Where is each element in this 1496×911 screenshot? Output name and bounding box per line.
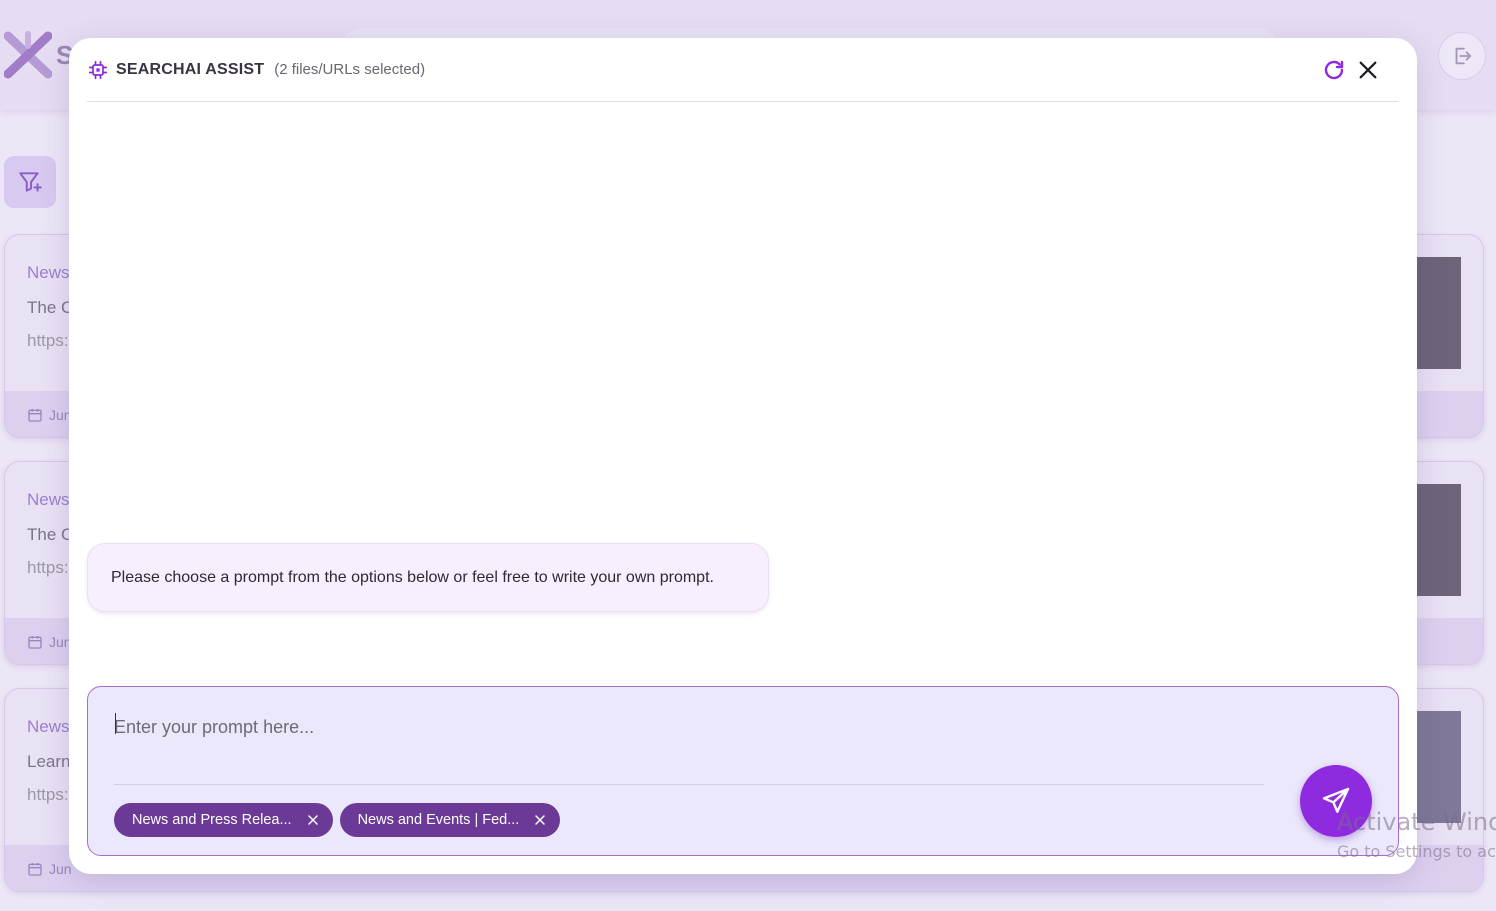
card-category: News bbox=[27, 490, 70, 509]
source-tag[interactable]: News and Press Relea... bbox=[114, 803, 333, 837]
calendar-icon bbox=[28, 636, 42, 649]
close-button[interactable] bbox=[1355, 57, 1381, 83]
source-tag-label: News and Press Relea... bbox=[132, 812, 292, 828]
logo-icon bbox=[4, 31, 52, 79]
card-date: Jun bbox=[27, 407, 72, 423]
calendar-icon bbox=[28, 863, 42, 876]
card-thumbnail bbox=[1417, 484, 1461, 596]
assistant-message-text: Please choose a prompt from the options … bbox=[111, 568, 714, 586]
card-category: News bbox=[27, 263, 70, 282]
remove-tag-button[interactable] bbox=[306, 813, 320, 827]
card-url: https: bbox=[27, 331, 69, 350]
logout-icon bbox=[1455, 47, 1472, 65]
close-icon bbox=[1359, 61, 1377, 79]
refresh-button[interactable] bbox=[1321, 57, 1347, 83]
filter-add-icon bbox=[19, 172, 42, 192]
card-date: Jun bbox=[27, 861, 72, 877]
card-url: https: bbox=[27, 785, 69, 804]
selected-sources: News and Press Relea... News and Events … bbox=[114, 803, 561, 837]
assistant-message: Please choose a prompt from the options … bbox=[87, 543, 769, 612]
calendar-icon bbox=[28, 409, 42, 422]
close-icon bbox=[307, 815, 318, 825]
text-caret bbox=[115, 713, 116, 734]
refresh-icon bbox=[1324, 60, 1344, 80]
card-thumbnail bbox=[1417, 257, 1461, 369]
card-date: Jun bbox=[27, 634, 72, 650]
composer-divider bbox=[114, 784, 1264, 785]
modal-title: SEARCHAI ASSIST bbox=[116, 60, 265, 78]
card-category: News bbox=[27, 717, 70, 736]
card-title: The C bbox=[27, 298, 74, 317]
source-tag[interactable]: News and Events | Fed... bbox=[339, 803, 561, 837]
close-icon bbox=[535, 815, 546, 825]
activation-watermark-title: Activate Windo bbox=[1337, 808, 1496, 836]
modal-header: SEARCHAI ASSIST (2 files/URLs selected) bbox=[87, 38, 1399, 102]
card-thumbnail bbox=[1417, 711, 1461, 823]
card-date-text: Jun bbox=[49, 861, 72, 877]
activation-watermark-subtitle: Go to Settings to ac bbox=[1337, 842, 1496, 861]
prompt-input[interactable] bbox=[114, 705, 1262, 749]
prompt-composer: News and Press Relea... News and Events … bbox=[87, 686, 1399, 856]
filter-button bbox=[4, 156, 56, 208]
remove-tag-button[interactable] bbox=[533, 813, 547, 827]
card-url: https: bbox=[27, 558, 69, 577]
logout-button bbox=[1438, 32, 1486, 80]
card-title: The C bbox=[27, 525, 74, 544]
chip-icon bbox=[87, 59, 109, 81]
searchai-assist-modal: SEARCHAI ASSIST (2 files/URLs selected) … bbox=[69, 38, 1417, 874]
selected-count: (2 files/URLs selected) bbox=[274, 61, 426, 78]
card-title: Learn bbox=[27, 752, 71, 771]
source-tag-label: News and Events | Fed... bbox=[357, 812, 520, 828]
